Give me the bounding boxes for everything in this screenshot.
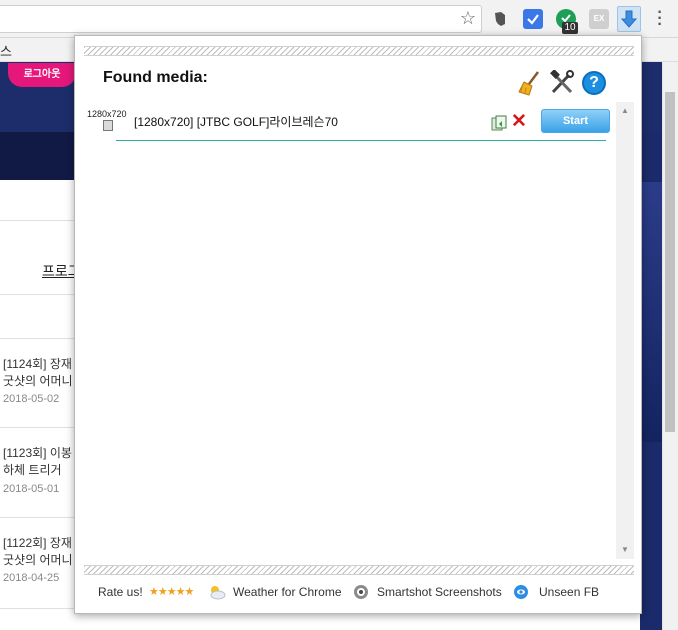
news-date: 2018-05-01 [3, 483, 60, 495]
delete-icon[interactable]: ✕ [511, 112, 527, 132]
news-date: 2018-04-25 [3, 572, 60, 584]
news-title-line: [1122회] 장재 [3, 536, 72, 550]
smartshot-screenshots-link[interactable]: Smartshot Screenshots [377, 585, 502, 599]
rate-us-link[interactable]: Rate us! [98, 585, 143, 599]
start-button[interactable]: Start [541, 109, 610, 133]
extension-badge-count: 10 [562, 22, 578, 34]
ex-extension-icon[interactable]: EX [589, 9, 609, 29]
divider [0, 220, 78, 221]
checkmark-extension-icon[interactable] [523, 9, 543, 29]
media-item: 1280x720 [1280x720] [JTBC GOLF]라이브레슨70 ✕… [84, 102, 614, 142]
logout-button[interactable]: 로그아웃 [8, 63, 76, 87]
file-icon [103, 120, 113, 131]
news-title[interactable]: [1123회] 이봉 하체 트리거 [3, 445, 72, 479]
news-title[interactable]: [1122회] 장재 굿샷의 어머니 [3, 535, 73, 569]
bookmark-star-icon[interactable]: ☆ [459, 9, 477, 27]
divider [0, 517, 78, 518]
video-downloader-extension-icon[interactable] [617, 6, 641, 32]
popup-bottom-border [84, 565, 634, 575]
news-title-line: 하체 트리거 [3, 463, 62, 477]
news-title-line: 굿샷의 어머니 [3, 374, 73, 388]
tools-icon[interactable] [549, 69, 575, 96]
unseen-fb-icon [513, 584, 529, 600]
divider [0, 294, 78, 295]
media-title: [1280x720] [JTBC GOLF]라이브레슨70 [134, 115, 338, 129]
bookmark-item[interactable]: 스 [0, 41, 12, 60]
news-title[interactable]: [1124회] 장재 굿샷의 어머니 [3, 356, 73, 390]
scroll-up-arrow-icon[interactable]: ▲ [621, 106, 629, 115]
news-date: 2018-05-02 [3, 393, 60, 405]
unseen-fb-link[interactable]: Unseen FB [539, 585, 599, 599]
broom-icon[interactable] [518, 70, 544, 96]
found-media-popup: Found media: ? 1280x720 [1280x720] [JTBC… [74, 35, 642, 614]
address-bar[interactable] [0, 5, 482, 33]
popup-title: Found media: [103, 69, 208, 86]
weather-icon [208, 584, 226, 600]
browser-menu-icon[interactable]: · · · [656, 5, 664, 33]
row-divider [116, 140, 606, 141]
scroll-down-arrow-icon[interactable]: ▼ [621, 545, 629, 554]
divider [0, 608, 78, 609]
copy-link-icon[interactable] [491, 115, 507, 131]
divider [0, 427, 78, 428]
resolution-label: 1280x720 [87, 109, 127, 119]
media-list-scrollbar[interactable]: ▲ ▼ [616, 102, 634, 559]
page-scrollbar-thumb[interactable] [665, 92, 675, 432]
browser-toolbar: ☆ 10 EX · · · [0, 0, 678, 38]
news-title-line: [1124회] 장재 [3, 357, 72, 371]
news-title-line: 굿샷의 어머니 [3, 553, 73, 567]
news-title-line: [1123회] 이봉 [3, 446, 72, 460]
rating-stars-icon[interactable]: ★★★★★ [149, 585, 194, 598]
media-list: 1280x720 [1280x720] [JTBC GOLF]라이브레슨70 ✕… [84, 102, 634, 559]
evernote-extension-icon[interactable] [490, 9, 510, 29]
weather-for-chrome-link[interactable]: Weather for Chrome [233, 585, 342, 599]
popup-top-border [84, 46, 634, 56]
divider [0, 338, 78, 339]
browser-window: ☆ 10 EX · · · 스 로그아웃 프로그 [1124회] 장재 굿샷의 … [0, 0, 678, 630]
popup-footer: Rate us! ★★★★★ Weather for Chrome Smarts… [75, 582, 643, 604]
smartshot-icon [353, 584, 369, 600]
help-icon[interactable]: ? [582, 71, 606, 95]
